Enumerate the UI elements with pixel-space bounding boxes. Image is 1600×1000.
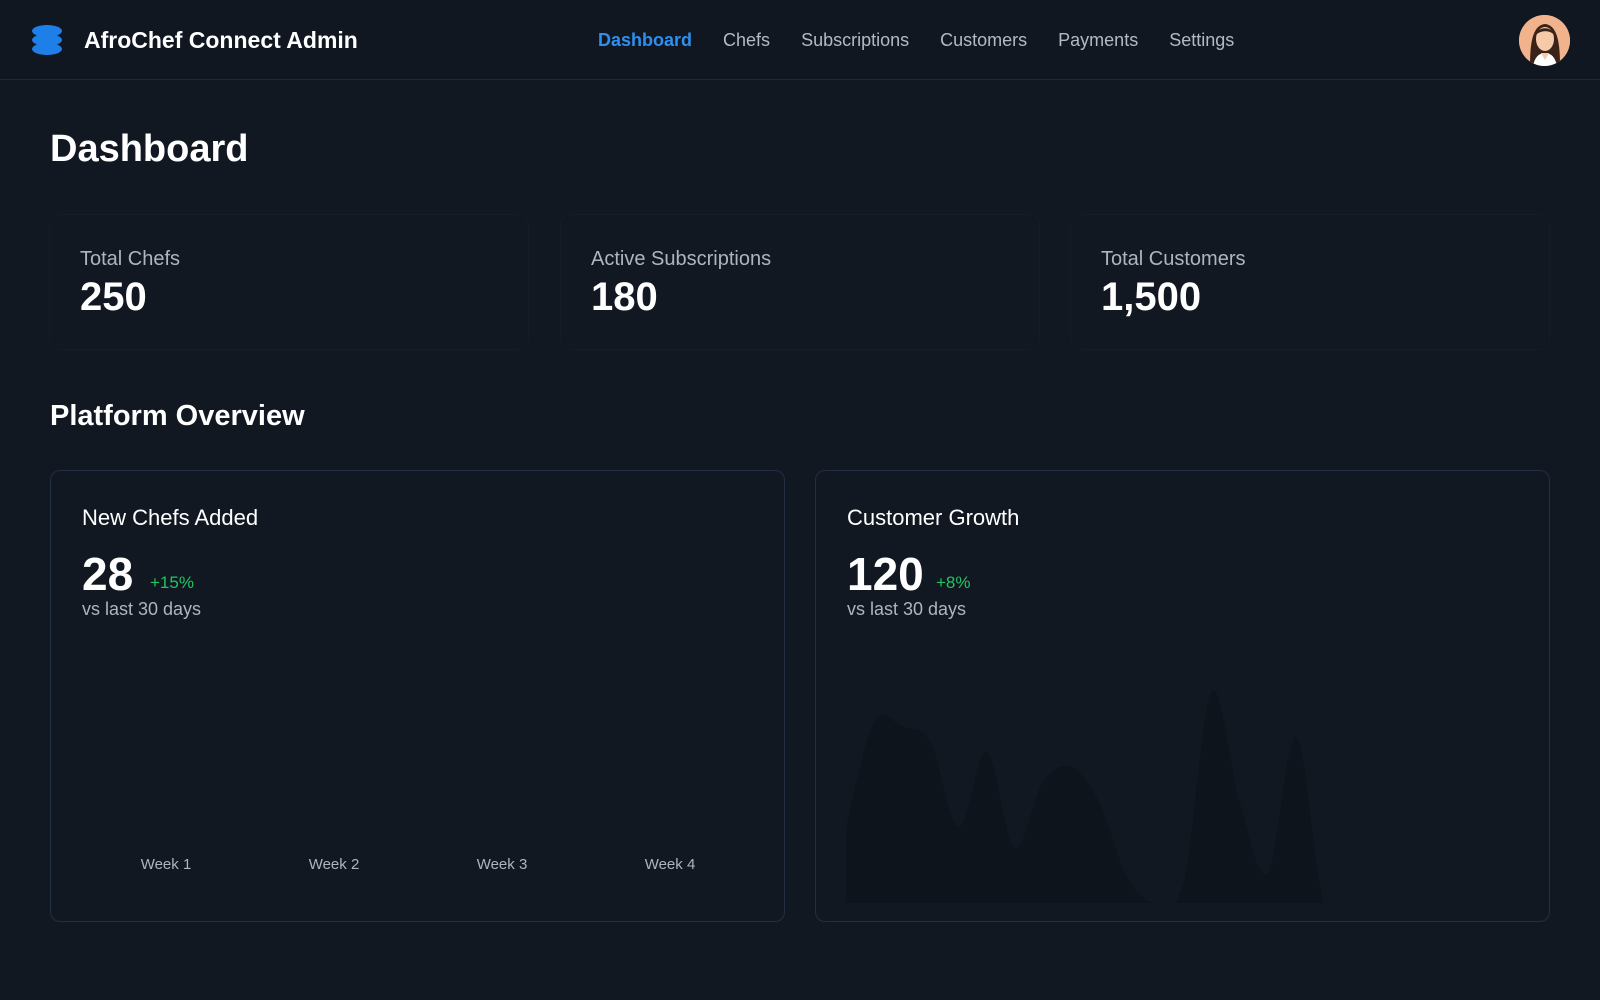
stat-label: Total Customers [1101, 248, 1246, 270]
nav-settings[interactable]: Settings [1169, 30, 1234, 51]
x-tick-label: Week 1 [141, 856, 192, 873]
section-title: Platform Overview [50, 400, 305, 432]
chart-title: New Chefs Added [82, 505, 259, 530]
area-chart [846, 690, 1521, 903]
chart-value: 28 [82, 548, 134, 600]
stat-card-total-customers: Total Customers 1,500 [1071, 215, 1549, 349]
x-tick-label: Week 2 [309, 856, 360, 873]
app-title: AfroChef Connect Admin [84, 26, 358, 53]
bar-chart: Week 1 Week 2 Week 3 Week 4 [141, 856, 696, 873]
stat-card-active-subscriptions: Active Subscriptions 180 [561, 215, 1039, 349]
top-nav-bar: AfroChef Connect Admin Dashboard Chefs S… [0, 0, 1600, 80]
nav-customers[interactable]: Customers [940, 30, 1027, 51]
nav-payments[interactable]: Payments [1058, 30, 1138, 51]
nav-chefs[interactable]: Chefs [723, 30, 770, 51]
stack-icon [32, 25, 62, 55]
stat-label: Total Chefs [80, 248, 181, 270]
stat-label: Active Subscriptions [591, 248, 772, 270]
stat-card-total-chefs: Total Chefs 250 [50, 215, 528, 349]
chart-card-customer-growth: Customer Growth 120 +8% vs last 30 days [815, 470, 1550, 922]
chart-card-new-chefs: New Chefs Added 28 +15% vs last 30 days … [50, 470, 785, 922]
brand[interactable]: AfroChef Connect Admin [31, 22, 358, 58]
change-badge: +15% [150, 573, 194, 592]
main-nav: Dashboard Chefs Subscriptions Customers … [598, 26, 1265, 54]
chart-subtext: vs last 30 days [82, 599, 202, 619]
change-badge: +8% [936, 573, 971, 592]
stat-value: 180 [591, 275, 658, 319]
x-tick-label: Week 3 [477, 856, 528, 873]
area-series [846, 690, 1521, 903]
chart-subtext: vs last 30 days [847, 599, 967, 619]
chart-title: Customer Growth [847, 505, 1020, 530]
nav-dashboard[interactable]: Dashboard [598, 30, 692, 51]
x-tick-label: Week 4 [645, 856, 696, 873]
avatar-image [1519, 15, 1570, 66]
chart-value: 120 [847, 548, 924, 600]
user-avatar[interactable] [1519, 15, 1570, 66]
nav-subscriptions[interactable]: Subscriptions [801, 30, 909, 51]
stat-value: 1,500 [1101, 275, 1202, 319]
stat-value: 250 [80, 275, 147, 319]
page-title: Dashboard [50, 128, 249, 170]
